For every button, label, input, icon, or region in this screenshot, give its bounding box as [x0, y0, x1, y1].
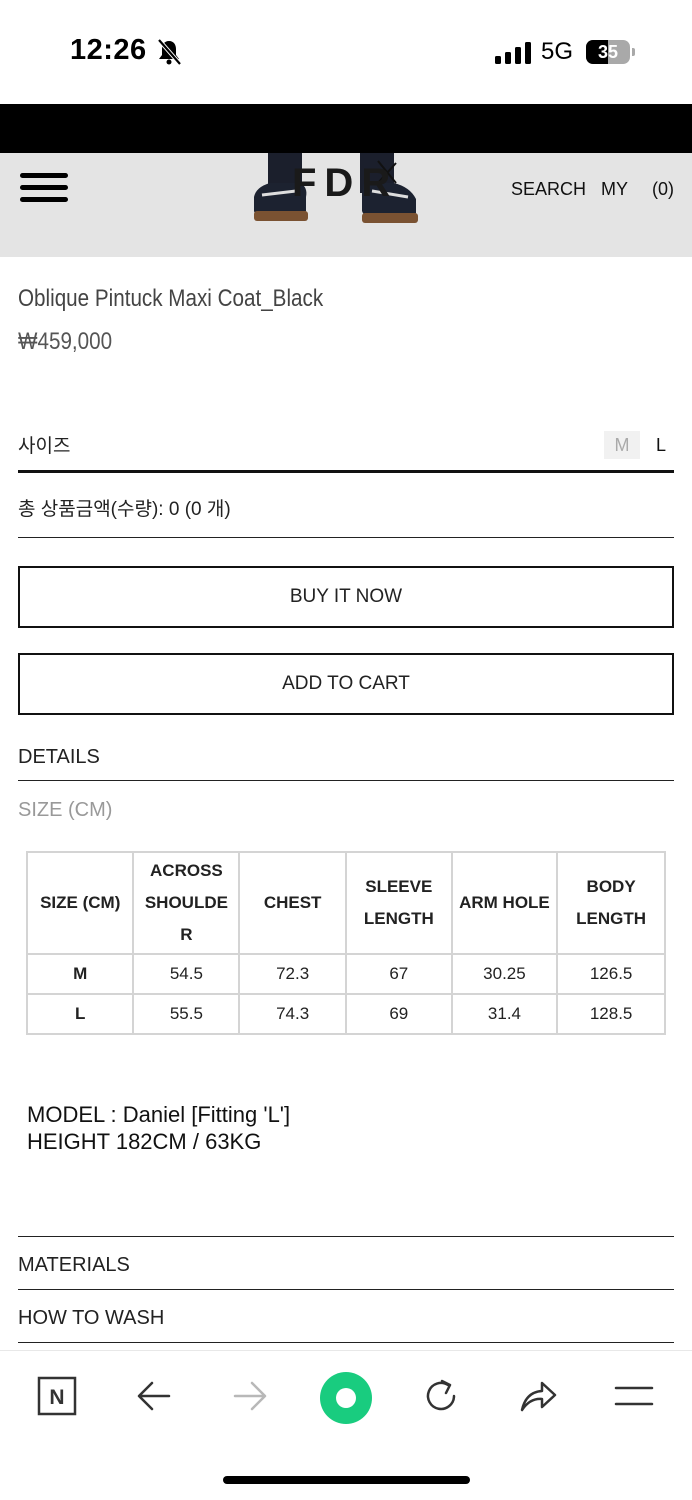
table-row: L 55.5 74.3 69 31.4 128.5 — [25, 993, 666, 1035]
nav-search-link[interactable]: SEARCH — [511, 179, 586, 200]
forward-icon[interactable] — [230, 1376, 270, 1416]
nav-cart-link[interactable]: (0) — [652, 179, 674, 200]
size-option-label: 사이즈 — [18, 436, 71, 457]
table-cell: 69 — [344, 993, 453, 1035]
size-cm-heading: SIZE (CM) — [18, 799, 113, 821]
battery-level-text: 35 — [597, 42, 619, 62]
table-cell: 54.5 — [132, 953, 241, 995]
battery-tip — [632, 48, 635, 56]
nav-my-link[interactable]: MY — [601, 179, 628, 200]
how-to-wash-section-title[interactable]: HOW TO WASH — [18, 1307, 164, 1330]
green-dot-icon[interactable] — [319, 1371, 373, 1425]
back-icon[interactable] — [134, 1376, 174, 1416]
table-cell: L — [25, 993, 135, 1035]
table-header-cell: CHEST — [238, 851, 347, 955]
table-cell: 128.5 — [556, 993, 666, 1035]
buy-now-button[interactable]: BUY IT NOW — [18, 566, 674, 628]
site-logo[interactable]: FDR — [292, 161, 398, 206]
model-info-line: MODEL : Daniel [Fitting 'L'] — [27, 1102, 291, 1127]
size-option-l[interactable]: L — [648, 431, 674, 459]
table-cell: 74.3 — [238, 993, 347, 1035]
table-cell: M — [25, 953, 135, 995]
table-cell: 67 — [344, 953, 453, 995]
divider — [18, 470, 674, 473]
top-banner — [0, 104, 692, 153]
size-option-m[interactable]: M — [604, 431, 640, 459]
table-header-cell: ACROSS SHOULDE R — [132, 851, 241, 955]
model-info-line: HEIGHT 182CM / 63KG — [27, 1129, 262, 1154]
table-header-cell: SIZE (CM) — [25, 851, 135, 955]
home-indicator[interactable] — [223, 1476, 470, 1484]
table-header-cell: BODY LENGTH — [556, 851, 666, 955]
table-header-row: SIZE (CM) ACROSS SHOULDE R CHEST SLEEVE LEN… — [25, 851, 666, 955]
naver-icon[interactable]: N — [37, 1376, 77, 1416]
divider — [18, 1289, 674, 1290]
signal-icon — [495, 42, 531, 64]
divider — [18, 780, 674, 781]
table-cell: 55.5 — [132, 993, 241, 1035]
svg-text:N: N — [49, 1386, 64, 1409]
product-title: Oblique Pintuck Maxi Coat_Black — [18, 285, 324, 312]
reload-icon[interactable] — [421, 1376, 461, 1416]
network-type: 5G — [541, 38, 574, 65]
site-header: FDR SEARCH MY (0) — [0, 153, 692, 257]
share-icon[interactable] — [518, 1376, 558, 1416]
materials-section-title[interactable]: MATERIALS — [18, 1254, 130, 1277]
table-header-cell: SLEEVE LENGTH — [344, 851, 453, 955]
divider — [18, 1236, 674, 1237]
model-info: MODEL : Daniel [Fitting 'L'] HEIGHT 182C… — [27, 1101, 290, 1155]
table-cell: 31.4 — [450, 993, 559, 1035]
divider — [18, 537, 674, 538]
table-header-cell: ARM HOLE — [450, 851, 559, 955]
status-time: 12:26 — [70, 34, 147, 66]
hamburger-menu-icon[interactable] — [20, 173, 68, 203]
battery-icon: 35 — [586, 40, 630, 64]
table-row: M 54.5 72.3 67 30.25 126.5 — [25, 953, 666, 995]
table-cell: 126.5 — [556, 953, 666, 995]
bell-muted-icon — [157, 38, 182, 66]
details-section-title[interactable]: DETAILS — [18, 746, 100, 769]
table-cell: 30.25 — [450, 953, 559, 995]
product-price: ₩459,000 — [18, 328, 113, 355]
size-table: SIZE (CM) ACROSS SHOULDE R CHEST SLEEVE LEN… — [25, 851, 666, 1035]
menu-icon[interactable] — [614, 1376, 654, 1416]
total-price-label: 총 상품금액(수량): 0 (0 개) — [18, 499, 231, 520]
add-to-cart-button[interactable]: ADD TO CART — [18, 653, 674, 715]
table-cell: 72.3 — [238, 953, 347, 995]
divider — [18, 1342, 674, 1343]
status-bar: 12:26 5G 35 — [0, 0, 692, 104]
